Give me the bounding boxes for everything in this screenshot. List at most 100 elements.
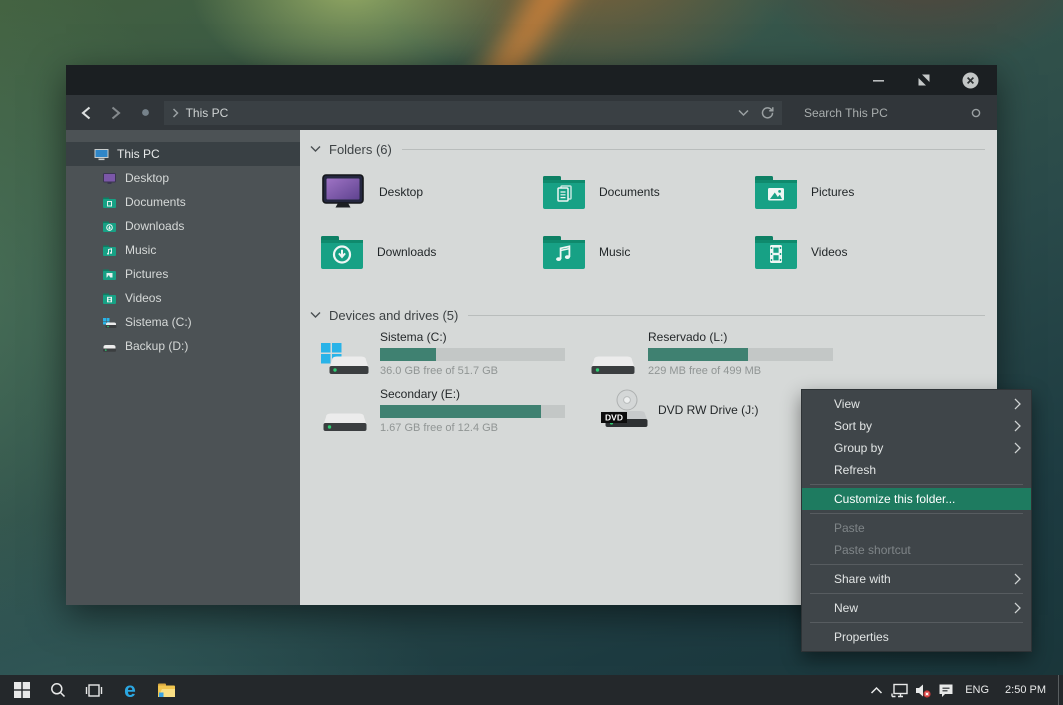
file-explorer-button[interactable]: [152, 675, 180, 705]
menu-item-new[interactable]: New: [802, 597, 1031, 619]
folder-tile-music[interactable]: Music: [542, 230, 630, 274]
sidebar-item-label: Downloads: [125, 219, 184, 233]
menu-item-share-with[interactable]: Share with: [802, 568, 1031, 590]
menu-separator: [810, 564, 1023, 565]
drive-free-space: 229 MB free of 499 MB: [648, 365, 833, 377]
sidebar-item-sistema-c[interactable]: Sistema (C:): [66, 310, 300, 334]
folder-tile-desktop[interactable]: Desktop: [320, 170, 423, 214]
sidebar-item-desktop[interactable]: Desktop: [66, 166, 300, 190]
sidebar-item-pictures[interactable]: Pictures: [66, 262, 300, 286]
pictures-folder-icon: [102, 267, 117, 282]
back-icon: [80, 106, 92, 120]
folder-label: Desktop: [379, 185, 423, 199]
drive-name: Reservado (L:): [648, 330, 833, 346]
clock[interactable]: 2:50 PM: [997, 675, 1054, 705]
submenu-arrow-icon: [1014, 602, 1021, 614]
breadcrumb: This PC: [186, 106, 229, 120]
dvd-badge-label: DVD: [605, 413, 623, 423]
recent-locations-button[interactable]: [138, 105, 154, 121]
capacity-bar: [380, 405, 565, 418]
capacity-bar-fill: [380, 348, 436, 361]
sidebar-item-downloads[interactable]: Downloads: [66, 214, 300, 238]
volume-muted-icon: [915, 683, 931, 698]
folder-label: Downloads: [377, 245, 436, 259]
sidebar-item-music[interactable]: Music: [66, 238, 300, 262]
menu-item-customize-this-folder[interactable]: Customize this folder...: [802, 488, 1031, 510]
menu-item-label: View: [834, 397, 860, 411]
drive-free-space: 36.0 GB free of 51.7 GB: [380, 365, 565, 377]
folder-tile-videos[interactable]: Videos: [754, 230, 847, 274]
drive-tile-reservado-l[interactable]: Reservado (L:) 229 MB free of 499 MB: [588, 330, 833, 380]
videos-folder-icon: [754, 233, 798, 271]
volume-tray-button[interactable]: [911, 675, 934, 705]
menu-item-view[interactable]: View: [802, 393, 1031, 415]
search-input[interactable]: [790, 101, 997, 125]
action-center-button[interactable]: [934, 675, 957, 705]
refresh-icon[interactable]: [761, 106, 774, 119]
address-dropdown-icon[interactable]: [738, 109, 749, 117]
start-button[interactable]: [8, 675, 36, 705]
system-drive-icon: [102, 315, 117, 330]
show-desktop-button[interactable]: [1058, 675, 1063, 705]
network-tray-button[interactable]: [888, 675, 911, 705]
menu-item-paste-shortcut: Paste shortcut: [802, 539, 1031, 561]
collapse-chevron-icon[interactable]: [310, 145, 321, 153]
taskbar-search-button[interactable]: [44, 675, 72, 705]
menu-item-label: Share with: [834, 572, 891, 586]
menu-item-refresh[interactable]: Refresh: [802, 459, 1031, 481]
network-icon: [891, 683, 908, 698]
folder-label: Documents: [599, 185, 660, 199]
folder-tile-documents[interactable]: Documents: [542, 170, 660, 214]
navigation-pane: This PC Desktop Documents: [66, 130, 300, 605]
search-icon[interactable]: [971, 108, 981, 118]
task-view-button[interactable]: [80, 675, 108, 705]
menu-item-label: New: [834, 601, 858, 615]
forward-icon: [110, 106, 122, 120]
drive-tile-sistema-c[interactable]: Sistema (C:) 36.0 GB free of 51.7 GB: [320, 330, 565, 380]
edge-browser-button[interactable]: e: [116, 675, 144, 705]
downloads-folder-icon: [320, 233, 364, 271]
close-button[interactable]: [957, 69, 983, 91]
desktop-monitor-icon: [320, 172, 366, 212]
sidebar-item-label: This PC: [117, 147, 160, 161]
drive-name: DVD RW Drive (J:): [658, 403, 758, 419]
capacity-bar: [648, 348, 833, 361]
music-folder-icon: [542, 233, 586, 271]
sidebar-item-documents[interactable]: Documents: [66, 190, 300, 214]
submenu-arrow-icon: [1014, 420, 1021, 432]
menu-item-label: Customize this folder...: [834, 492, 955, 506]
music-folder-icon: [102, 243, 117, 258]
language-indicator[interactable]: ENG: [957, 675, 997, 705]
drive-icon: [320, 395, 370, 437]
folder-tile-pictures[interactable]: Pictures: [754, 170, 854, 214]
dvd-drive-icon: DVD: [600, 388, 648, 434]
desktop-icon: [102, 171, 117, 186]
tray-overflow-button[interactable]: [865, 675, 888, 705]
back-button[interactable]: [78, 105, 94, 121]
sidebar-item-label: Music: [125, 243, 156, 257]
submenu-arrow-icon: [1014, 442, 1021, 454]
menu-item-sort-by[interactable]: Sort by: [802, 415, 1031, 437]
menu-separator: [810, 513, 1023, 514]
drive-tile-dvd-j[interactable]: DVD DVD RW Drive (J:): [600, 388, 758, 434]
menu-item-properties[interactable]: Properties: [802, 626, 1031, 648]
drive-icon: [102, 339, 117, 354]
menu-item-label: Refresh: [834, 463, 876, 477]
restore-button[interactable]: [911, 69, 937, 91]
address-bar[interactable]: This PC: [164, 101, 782, 125]
sidebar-item-label: Pictures: [125, 267, 168, 281]
sidebar-item-videos[interactable]: Videos: [66, 286, 300, 310]
edge-icon: e: [124, 680, 136, 701]
drive-tile-secondary-e[interactable]: Secondary (E:) 1.67 GB free of 12.4 GB: [320, 387, 565, 437]
search-icon: [50, 682, 66, 698]
section-header-folders: Folders (6): [300, 140, 997, 158]
forward-button[interactable]: [108, 105, 124, 121]
sidebar-item-this-pc[interactable]: This PC: [66, 142, 300, 166]
menu-item-label: Sort by: [834, 419, 872, 433]
videos-folder-icon: [102, 291, 117, 306]
minimize-button[interactable]: [865, 69, 891, 91]
sidebar-item-backup-d[interactable]: Backup (D:): [66, 334, 300, 358]
folder-tile-downloads[interactable]: Downloads: [320, 230, 436, 274]
collapse-chevron-icon[interactable]: [310, 311, 321, 319]
menu-item-group-by[interactable]: Group by: [802, 437, 1031, 459]
